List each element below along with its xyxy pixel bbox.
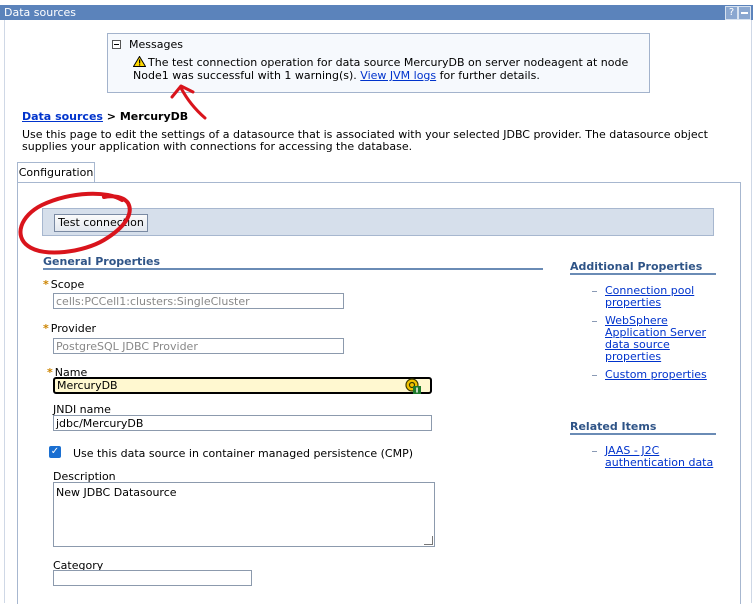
collapse-icon[interactable] <box>112 40 121 49</box>
help-button[interactable]: ? <box>725 6 738 20</box>
page-description: Use this page to edit the settings of a … <box>22 128 708 153</box>
cmp-checkbox[interactable]: ✓ <box>49 446 61 458</box>
warning-icon <box>133 56 146 67</box>
required-icon: * <box>43 278 49 291</box>
related-items-title: Related Items <box>570 420 716 435</box>
messages-header[interactable]: Messages <box>112 38 183 51</box>
additional-properties-title: Additional Properties <box>570 260 716 275</box>
breadcrumb: Data sources > MercuryDB <box>22 110 188 123</box>
bullet-icon <box>592 451 597 452</box>
connection-pool-properties-link[interactable]: Connection pool properties <box>605 285 694 309</box>
message-suffix: for further details. <box>439 69 540 82</box>
cmp-label: Use this data source in container manage… <box>73 447 413 460</box>
message-text: The test connection operation for data s… <box>133 56 643 82</box>
breadcrumb-separator: > <box>106 110 117 123</box>
custom-properties-link[interactable]: Custom properties <box>605 369 707 381</box>
required-icon: * <box>43 322 49 335</box>
jaas-j2c-authentication-link[interactable]: JAAS - J2C authentication data <box>605 445 713 469</box>
view-jvm-logs-link[interactable]: View JVM logs <box>360 69 436 82</box>
breadcrumb-data-sources-link[interactable]: Data sources <box>22 110 103 123</box>
provider-label: * Provider <box>43 322 97 335</box>
messages-title: Messages <box>129 38 183 51</box>
required-icon: * <box>47 366 53 379</box>
bullet-icon <box>592 375 597 376</box>
provider-field: PostgreSQL JDBC Provider <box>53 338 344 354</box>
window-title-bar: Data sources ? <box>0 5 753 20</box>
window-title: Data sources <box>4 6 77 19</box>
websphere-data-source-properties-link[interactable]: WebSphere Application Server data source pr… <box>605 315 706 363</box>
test-connection-button[interactable]: Test connection <box>54 214 148 232</box>
autofill-key-icon[interactable] <box>404 377 422 395</box>
messages-box: Messages The test connection operation f… <box>107 33 650 93</box>
scope-field: cells:PCCell1:clusters:SingleCluster <box>53 293 344 309</box>
description-textarea[interactable]: New JDBC Datasource <box>53 482 435 547</box>
resize-handle-icon[interactable] <box>424 536 433 545</box>
description-value: New JDBC Datasource <box>56 486 177 499</box>
minimize-button[interactable] <box>738 6 751 20</box>
bullet-icon <box>592 291 597 292</box>
bullet-icon <box>592 321 597 322</box>
general-properties-title: General Properties <box>43 255 543 270</box>
name-input[interactable]: MercuryDB <box>53 377 432 394</box>
category-input[interactable] <box>53 570 252 586</box>
tab-configuration[interactable]: Configuration <box>17 162 95 183</box>
jndi-name-input[interactable]: jdbc/MercuryDB <box>53 415 432 431</box>
scope-label: * Scope <box>43 278 85 291</box>
breadcrumb-current: MercuryDB <box>119 110 189 123</box>
